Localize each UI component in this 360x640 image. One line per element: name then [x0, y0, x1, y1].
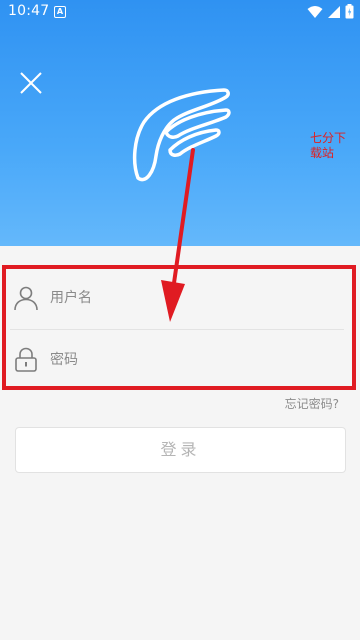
status-icons — [307, 4, 354, 19]
password-field-row — [10, 329, 344, 391]
status-time: 10:47 — [8, 3, 50, 19]
watermark-text: 七分下载站 — [310, 131, 347, 160]
password-input[interactable] — [48, 344, 302, 376]
signal-icon — [328, 5, 340, 18]
username-field-row — [10, 267, 344, 330]
login-screen: 10:47 A 七分下载站 用户名 忘记密码? 登录 — [0, 0, 360, 640]
battery-icon — [345, 4, 354, 19]
user-icon — [14, 286, 38, 311]
status-bar: 10:47 A — [0, 0, 360, 24]
wing-logo-icon — [132, 88, 231, 182]
notification-icon: A — [54, 6, 66, 18]
wifi-icon — [307, 5, 323, 18]
close-icon — [20, 72, 42, 94]
forgot-password-link[interactable]: 忘记密码? — [285, 395, 339, 412]
lock-icon — [15, 347, 37, 372]
username-input[interactable] — [48, 282, 302, 314]
header-banner: 10:47 A 七分下载站 — [0, 0, 360, 246]
login-button[interactable]: 登录 — [15, 427, 346, 473]
close-button[interactable] — [16, 68, 46, 98]
login-form — [0, 263, 360, 387]
